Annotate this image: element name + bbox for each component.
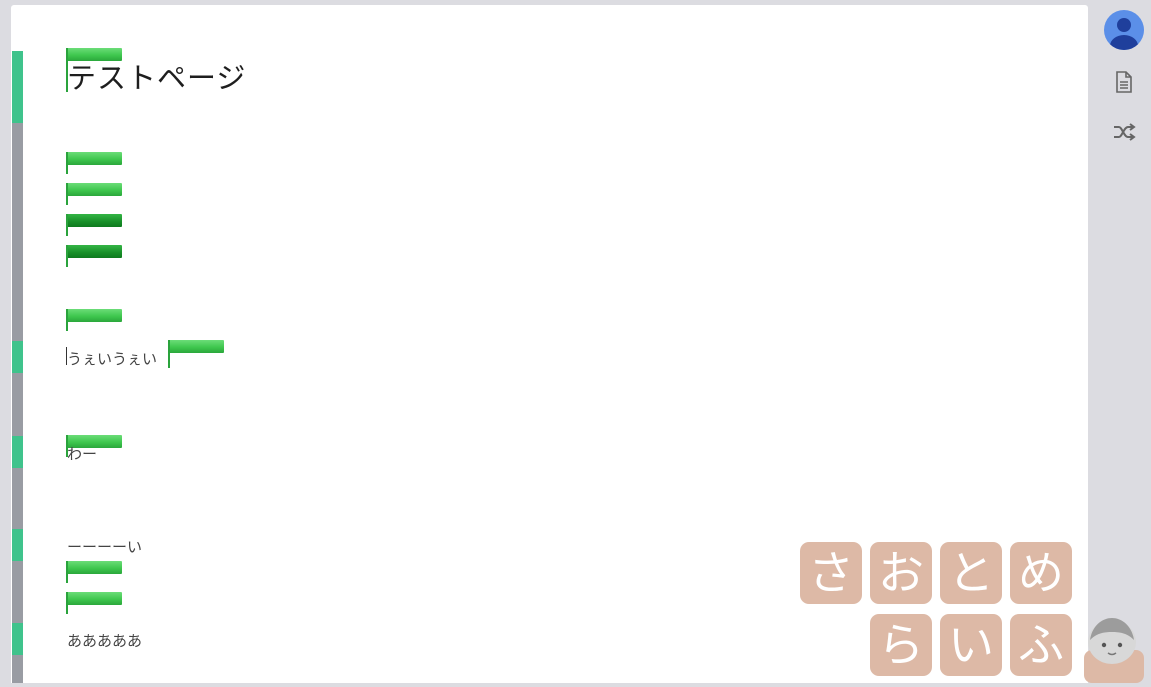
logo-character: さ [800,542,862,604]
mascot-icon [1082,612,1148,683]
watermark-logo: さ お と め ら い ふ [800,542,1080,683]
line-gutter [12,51,23,683]
logo-character: と [940,542,1002,604]
logo-character: ら [870,614,932,676]
gutter-highlight [12,529,23,561]
logo-character: め [1010,542,1072,604]
shuffle-icon[interactable] [1104,116,1144,148]
page-title[interactable]: テストページ [67,55,246,97]
text-line[interactable]: あああああ [67,630,142,651]
gutter-highlight [12,436,23,468]
logo-character: お [870,542,932,604]
text-line[interactable]: ーーーーい [67,536,142,557]
user-avatar-icon[interactable] [1104,10,1144,50]
logo-character: ふ [1010,614,1072,676]
text-line[interactable]: わー [67,443,97,464]
text-line[interactable]: うぇいうぇい [67,348,157,369]
logo-character: い [940,614,1002,676]
document-icon[interactable] [1104,66,1144,98]
gutter-highlight [12,623,23,655]
gutter-highlight [12,51,23,123]
gutter-highlight [12,341,23,373]
